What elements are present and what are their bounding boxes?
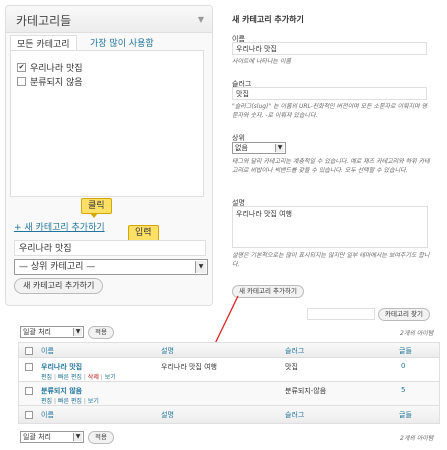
select-all-checkbox[interactable] bbox=[25, 411, 33, 419]
search-categories-button[interactable]: 카테고리 찾기 bbox=[378, 308, 430, 321]
column-footer-name[interactable]: 이름 bbox=[41, 410, 54, 420]
row-description: 우리나라 맛집 여행 bbox=[161, 363, 217, 371]
row-slug: 분류되지-않음 bbox=[285, 387, 327, 395]
bulk-action-value: 일괄 처리 bbox=[23, 433, 51, 441]
column-header-posts[interactable]: 글들 bbox=[399, 346, 412, 356]
view-link[interactable]: 보기 bbox=[105, 374, 116, 381]
row-actions: 편집 | 빠른 편집 | 보기 bbox=[41, 396, 99, 405]
row-actions: 편집 | 빠른 편집 | 삭제 | 보기 bbox=[41, 372, 116, 381]
table-footer: 이름 설명 슬러그 글들 bbox=[19, 405, 439, 423]
row-posts-count[interactable]: 0 bbox=[401, 362, 405, 370]
row-posts-count[interactable]: 5 bbox=[401, 386, 405, 394]
edit-link[interactable]: 편집 bbox=[41, 374, 52, 381]
item-count-bottom: 2개의 아이템 bbox=[400, 435, 434, 442]
dropdown-arrow-icon: ▼ bbox=[73, 433, 82, 441]
separator: | bbox=[53, 398, 56, 405]
bulk-action-select-top[interactable]: 일괄 처리 ▼ bbox=[20, 326, 84, 338]
view-link[interactable]: 보기 bbox=[88, 398, 99, 405]
column-footer-posts[interactable]: 글들 bbox=[399, 410, 412, 420]
quick-edit-link[interactable]: 빠른 편집 bbox=[58, 374, 82, 381]
edit-link[interactable]: 편집 bbox=[41, 398, 52, 405]
row-name-link[interactable]: 분류되지 않음 bbox=[41, 386, 82, 396]
column-header-name[interactable]: 이름 bbox=[41, 346, 54, 356]
apply-button-bottom[interactable]: 적용 bbox=[88, 431, 114, 444]
separator: | bbox=[83, 398, 86, 405]
column-header-slug[interactable]: 슬러그 bbox=[285, 346, 304, 356]
categories-table: 이름 설명 슬러그 글들 우리나라 맛집 편집 | 빠른 편집 | 삭제 | 보… bbox=[18, 342, 440, 424]
row-name-link[interactable]: 우리나라 맛집 bbox=[41, 362, 82, 372]
row-checkbox[interactable] bbox=[25, 387, 33, 395]
item-count-top: 2개의 아이템 bbox=[400, 330, 434, 337]
dropdown-arrow-icon: ▼ bbox=[73, 328, 82, 336]
column-footer-slug[interactable]: 슬러그 bbox=[285, 410, 304, 420]
delete-link[interactable]: 삭제 bbox=[88, 374, 99, 381]
column-footer-description[interactable]: 설명 bbox=[161, 410, 174, 420]
select-all-checkbox[interactable] bbox=[25, 347, 33, 355]
row-checkbox[interactable] bbox=[25, 363, 33, 371]
table-row: 분류되지 않음 편집 | 빠른 편집 | 보기 분류되지-않음 5 bbox=[19, 381, 439, 406]
column-header-description[interactable]: 설명 bbox=[161, 346, 174, 356]
row-slug: 맛집 bbox=[285, 363, 298, 371]
bulk-action-select-bottom[interactable]: 일괄 처리 ▼ bbox=[20, 431, 84, 443]
separator: | bbox=[100, 374, 103, 381]
search-input[interactable] bbox=[307, 308, 375, 320]
bulk-action-value: 일괄 처리 bbox=[23, 328, 51, 336]
apply-button-top[interactable]: 적용 bbox=[88, 326, 114, 339]
table-header: 이름 설명 슬러그 글들 bbox=[19, 343, 439, 357]
separator: | bbox=[53, 374, 56, 381]
quick-edit-link[interactable]: 빠른 편집 bbox=[58, 398, 82, 405]
separator: | bbox=[83, 374, 86, 381]
table-row: 우리나라 맛집 편집 | 빠른 편집 | 삭제 | 보기 우리나라 맛집 여행 … bbox=[19, 357, 439, 382]
